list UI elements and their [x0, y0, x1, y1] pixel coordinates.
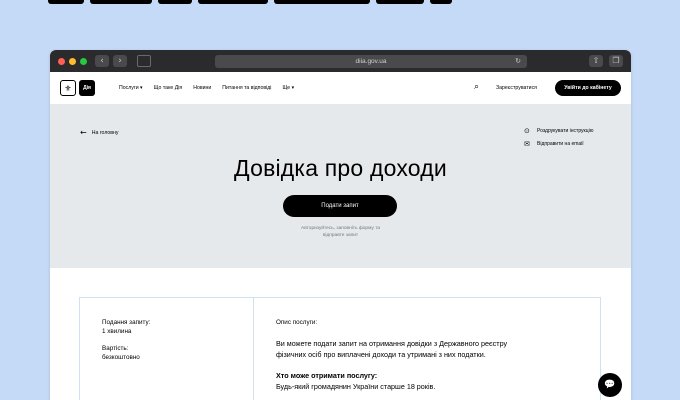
hint-line-2: відправте запит	[322, 233, 359, 239]
back-button-icon[interactable]: ‹	[95, 55, 109, 67]
address-bar[interactable]: diia.gov.ua ↻	[215, 55, 527, 68]
menu-item-services[interactable]: Послуги ▾	[119, 85, 143, 91]
print-instruction-link[interactable]: ⊙ Роздрукувати інструкцію	[524, 127, 593, 135]
minimize-window-icon[interactable]	[69, 57, 76, 65]
cta-hint: Авторизуйтесь, заповніть форму та відпра…	[50, 225, 631, 239]
trident-logo-icon[interactable]: ⚜	[60, 80, 76, 96]
cost-value: безкоштовно	[102, 354, 140, 362]
card-divider	[253, 298, 254, 400]
service-meta: Подання запиту: 1 хвилина Вартість: безк…	[102, 318, 150, 363]
diia-logo[interactable]: Дія	[79, 80, 95, 96]
who-can-receive-text: Будь-який громадянин України старше 18 р…	[276, 382, 436, 392]
register-link[interactable]: Зареєструватися	[496, 85, 537, 91]
arrow-left-icon: ←	[80, 128, 87, 137]
print-icon: ⊙	[524, 127, 530, 135]
site-header: ⚜ Дія Послуги ▾ Що таке Дія Новини Питан…	[50, 72, 631, 104]
browser-window: ‹ › diia.gov.ua ↻ ⇧ ❐ ⚜ Дія Послуги ▾ Що…	[50, 50, 631, 400]
description-line-1: Ви можете подати запит на отримання дові…	[276, 338, 508, 348]
chat-icon[interactable]: 💬	[598, 373, 622, 397]
cropped-banner-text	[48, 0, 452, 4]
description-line-2: фізичних осіб про виплачені доходи та ут…	[276, 349, 486, 359]
service-hero: ← На головну ⊙ Роздрукувати інструкцію ✉…	[50, 104, 631, 268]
description-label: Опис послуги:	[276, 319, 318, 326]
reload-icon[interactable]: ↻	[515, 55, 521, 68]
share-icon[interactable]: ⇧	[589, 55, 603, 67]
who-can-receive-title: Хто може отримати послугу:	[276, 371, 378, 381]
side-actions: ⊙ Роздрукувати інструкцію ✉ Відправити н…	[524, 127, 593, 153]
send-email-link[interactable]: ✉ Відправити на email	[524, 140, 593, 148]
send-email-label: Відправити на email	[537, 141, 584, 147]
print-instruction-label: Роздрукувати інструкцію	[537, 128, 594, 134]
time-label: Подання запиту:	[102, 319, 151, 326]
mail-icon: ✉	[524, 140, 530, 148]
back-to-home-link[interactable]: ← На головну	[80, 128, 119, 137]
tabs-icon[interactable]: ❐	[609, 55, 623, 67]
back-link-label: На головну	[91, 129, 119, 136]
maximize-window-icon[interactable]	[80, 57, 87, 65]
page-title: Довідка про доходи	[234, 155, 447, 181]
main-menu: Послуги ▾ Що таке Дія Новини Питання та …	[119, 85, 305, 91]
menu-item-faq[interactable]: Питання та відповіді	[222, 85, 271, 91]
search-icon[interactable]: ⌕	[474, 82, 479, 92]
service-details-card: Подання запиту: 1 хвилина Вартість: безк…	[79, 297, 601, 400]
submit-request-button[interactable]: Подати запит	[283, 195, 397, 217]
menu-item-more[interactable]: Ще ▾	[282, 85, 294, 91]
login-cabinet-button[interactable]: Увійти до кабінету	[555, 80, 621, 96]
service-description: Опис послуги: Ви можете подати запит на …	[276, 318, 596, 392]
browser-toolbar-right: ⇧ ❐	[589, 55, 623, 67]
address-url: diia.gov.ua	[355, 58, 387, 65]
time-value: 1 хвилина	[102, 328, 132, 336]
hint-line-1: Авторизуйтесь, заповніть форму та	[301, 226, 380, 231]
sidebar-toggle-icon[interactable]	[137, 55, 151, 67]
close-window-icon[interactable]	[58, 57, 65, 65]
browser-titlebar: ‹ › diia.gov.ua ↻ ⇧ ❐	[50, 50, 631, 72]
forward-button-icon[interactable]: ›	[113, 55, 127, 67]
menu-item-what-is-diia[interactable]: Що таке Дія	[154, 85, 183, 91]
menu-item-news[interactable]: Новини	[193, 85, 211, 91]
cost-label: Вартість:	[102, 345, 129, 353]
